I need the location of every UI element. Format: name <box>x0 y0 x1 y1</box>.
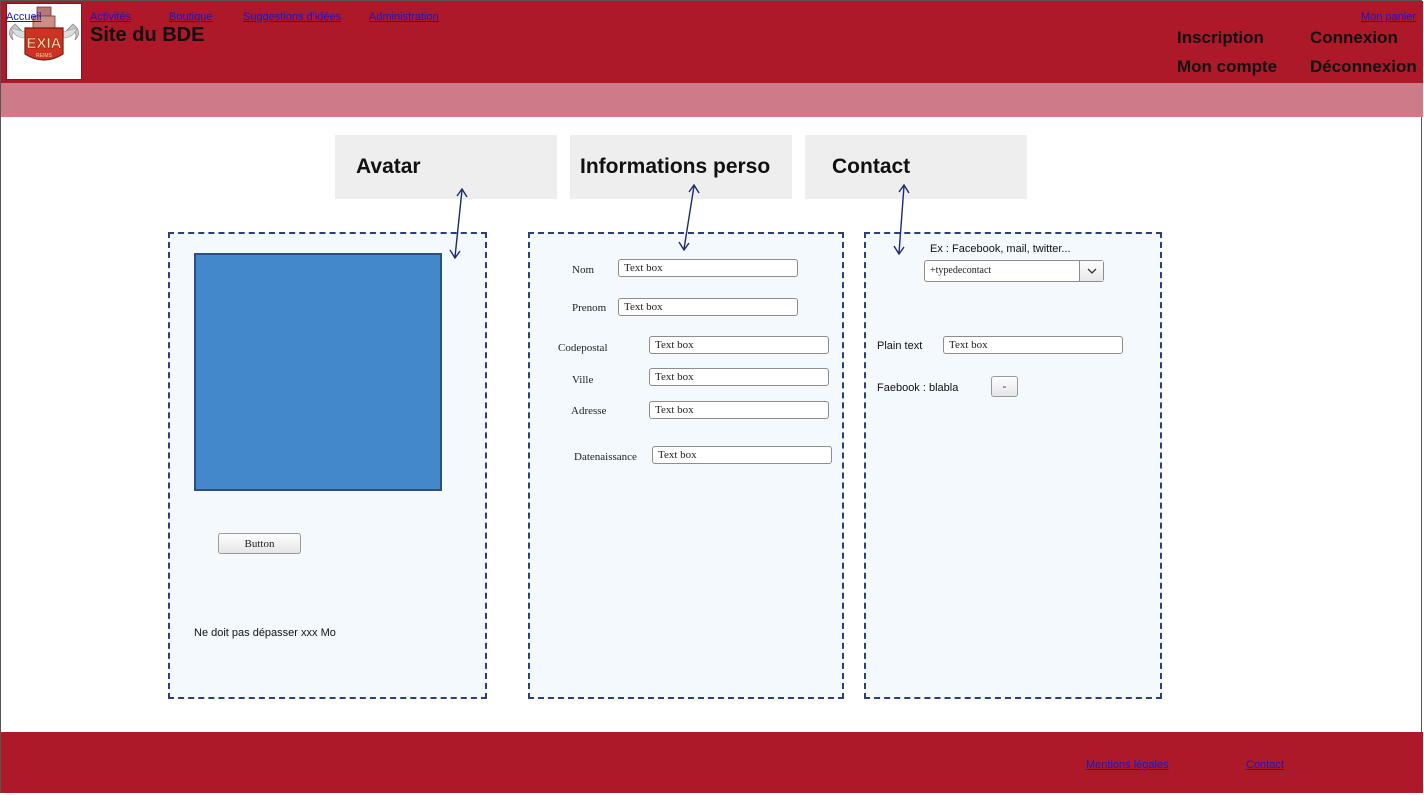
nav-item-accueil[interactable]: Accueil <box>6 11 41 23</box>
contact-panel <box>864 232 1162 699</box>
tab-avatar[interactable]: Avatar <box>335 135 557 199</box>
tab-contact-label: Contact <box>832 155 911 178</box>
contact-type-select[interactable]: +typedecontact <box>924 260 1104 282</box>
nom-label: Nom <box>572 264 594 276</box>
avatar-upload-button[interactable]: Button <box>218 533 301 554</box>
logo-subtext: REIMS <box>36 53 53 59</box>
prenom-field[interactable]: Text box <box>618 298 798 316</box>
contact-entry: Faebook : blabla <box>877 382 959 394</box>
ville-field[interactable]: Text box <box>649 368 829 386</box>
nav-item-suggestions[interactable]: Suggestions d'idées <box>243 11 341 23</box>
adresse-label: Adresse <box>571 405 607 417</box>
plain-text-label: Plain text <box>877 340 923 352</box>
inscription-link[interactable]: Inscription <box>1177 28 1264 48</box>
avatar-size-note: Ne doit pas dépasser xxx Mo <box>194 627 336 639</box>
remove-contact-button[interactable]: - <box>991 376 1018 397</box>
datenaissance-field[interactable]: Text box <box>652 446 832 464</box>
chevron-down-icon[interactable] <box>1079 261 1103 281</box>
avatar-image <box>194 253 442 491</box>
deconnexion-link[interactable]: Déconnexion <box>1310 57 1422 77</box>
nav-item-administration[interactable]: Administration <box>369 11 439 23</box>
tab-informations-perso[interactable]: Informations perso <box>570 135 792 199</box>
footer-contact-link[interactable]: Contact <box>1246 759 1284 771</box>
adresse-field[interactable]: Text box <box>649 401 829 419</box>
logo-text: EXIA <box>26 35 61 52</box>
tab-contact[interactable]: Contact <box>805 135 1027 199</box>
nav-bar <box>1 83 1423 117</box>
footer-mentions-legales-link[interactable]: Mentions légales <box>1086 759 1169 771</box>
nav-item-activites[interactable]: Activités <box>90 11 131 23</box>
ville-label: Ville <box>572 374 594 386</box>
tab-avatar-label: Avatar <box>356 155 421 178</box>
footer-bar <box>1 732 1423 793</box>
plain-text-field[interactable]: Text box <box>943 336 1123 354</box>
contact-type-value: +typedecontact <box>930 265 992 276</box>
connexion-link[interactable]: Connexion <box>1310 28 1398 48</box>
nom-field[interactable]: Text box <box>618 259 798 277</box>
codepostal-field[interactable]: Text box <box>649 336 829 354</box>
mon-compte-link[interactable]: Mon compte <box>1177 57 1277 77</box>
site-title: Site du BDE <box>90 24 205 46</box>
nav-item-mon-panier[interactable]: Mon panier <box>1361 11 1416 23</box>
prenom-label: Prenom <box>572 302 607 314</box>
tab-informations-perso-label: Informations perso <box>580 155 771 178</box>
contact-hint: Ex : Facebook, mail, twitter... <box>930 243 1071 255</box>
nav-item-boutique[interactable]: Boutique <box>169 11 212 23</box>
datenaissance-label: Datenaissance <box>574 451 637 463</box>
codepostal-label: Codepostal <box>558 342 608 354</box>
